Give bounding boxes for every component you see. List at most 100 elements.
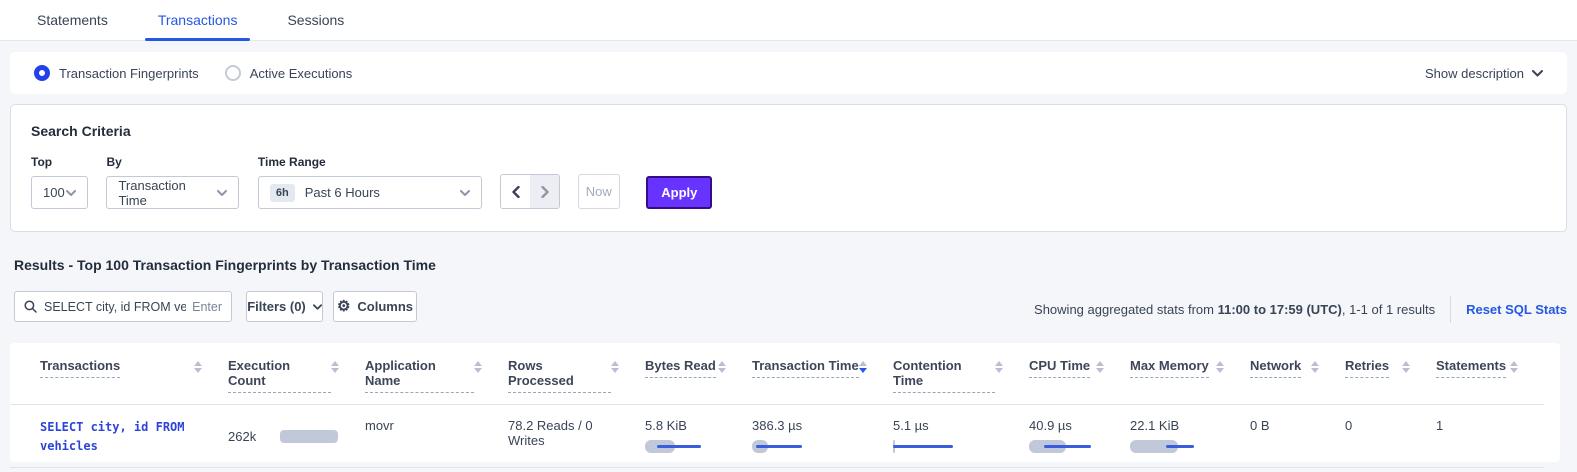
table-row: SELECT city, id FROM vehicles 262k movr …	[10, 405, 1544, 468]
time-range-badge: 6h	[270, 184, 295, 202]
view-toggle-row: Transaction Fingerprints Active Executio…	[10, 52, 1567, 94]
sql-search-box[interactable]: Enter	[14, 291, 232, 322]
cell-bytes-read: 5.8 KiB	[645, 418, 752, 455]
tab-transactions[interactable]: Transactions	[145, 0, 251, 40]
cell-transaction-time: 386.3 µs	[752, 418, 893, 455]
top-field: Top 100	[31, 155, 88, 209]
page-tab-bar: Statements Transactions Sessions	[0, 0, 1577, 41]
cell-application-name: movr	[365, 418, 508, 455]
column-header-transactions[interactable]: Transactions	[40, 358, 228, 393]
column-header-retries[interactable]: Retries	[1345, 358, 1436, 393]
radio-transaction-fingerprints[interactable]: Transaction Fingerprints	[34, 65, 199, 81]
chevron-right-icon	[541, 186, 549, 198]
stats-zone: Showing aggregated stats from 11:00 to 1…	[1034, 296, 1567, 323]
filters-button[interactable]: Filters (0)	[246, 291, 323, 322]
column-header-execution-count[interactable]: Execution Count	[228, 358, 365, 393]
radio-selected-icon	[34, 65, 50, 81]
cell-rows-processed: 78.2 Reads / 0 Writes	[508, 418, 645, 455]
cell-retries: 0	[1345, 418, 1436, 455]
sort-icon[interactable]	[194, 361, 202, 373]
radio-unselected-icon	[225, 65, 241, 81]
chevron-down-icon	[217, 190, 227, 196]
by-label: By	[106, 155, 239, 169]
max-memory-bar	[1130, 440, 1210, 453]
apply-button[interactable]: Apply	[646, 176, 712, 209]
by-field: By Transaction Time	[106, 155, 239, 209]
columns-button[interactable]: ⚙ Columns	[333, 291, 417, 322]
chevron-down-icon	[460, 190, 470, 196]
search-icon	[24, 300, 37, 313]
sort-icon[interactable]	[1096, 361, 1104, 373]
chevron-left-icon	[512, 186, 520, 198]
cell-contention-time: 5.1 µs	[893, 418, 1029, 455]
now-button[interactable]: Now	[578, 174, 620, 209]
top-select[interactable]: 100	[31, 176, 88, 209]
chevron-down-icon	[313, 304, 322, 310]
time-range-select[interactable]: 6h Past 6 Hours	[258, 176, 482, 209]
reset-sql-stats-link[interactable]: Reset SQL Stats	[1466, 302, 1567, 317]
chevron-down-icon	[66, 190, 76, 196]
sort-icon[interactable]	[331, 361, 339, 373]
search-criteria-title: Search Criteria	[31, 123, 1546, 139]
top-label: Top	[31, 155, 88, 169]
cell-transaction-fingerprint: SELECT city, id FROM vehicles	[40, 418, 228, 455]
radio-label: Transaction Fingerprints	[59, 66, 199, 81]
radio-label: Active Executions	[250, 66, 353, 81]
cell-execution-count: 262k	[228, 418, 365, 455]
by-select[interactable]: Transaction Time	[106, 176, 239, 209]
next-time-window-button[interactable]	[530, 175, 559, 208]
results-table-card: Transactions Execution Count Application…	[10, 343, 1560, 462]
sort-icon[interactable]	[718, 361, 726, 373]
transaction-time-bar	[752, 440, 832, 453]
tab-statements[interactable]: Statements	[24, 0, 121, 40]
sort-icon[interactable]	[1216, 361, 1224, 373]
column-header-application-name[interactable]: Application Name	[365, 358, 508, 393]
time-window-nav	[500, 174, 560, 209]
gear-icon: ⚙	[337, 299, 350, 314]
tab-sessions[interactable]: Sessions	[274, 0, 357, 40]
search-criteria-controls: Top 100 By Transaction Time Time Range 6…	[31, 155, 1546, 209]
column-header-cpu-time[interactable]: CPU Time	[1029, 358, 1130, 393]
search-input[interactable]	[44, 300, 186, 314]
cell-statements: 1	[1436, 418, 1544, 455]
show-description-label: Show description	[1425, 66, 1524, 81]
column-header-max-memory[interactable]: Max Memory	[1130, 358, 1250, 393]
column-header-network[interactable]: Network	[1250, 358, 1345, 393]
bytes-read-bar	[645, 440, 725, 453]
divider	[1450, 296, 1451, 323]
sort-icon[interactable]	[1311, 361, 1319, 373]
column-header-rows-processed[interactable]: Rows Processed	[508, 358, 645, 393]
sort-icon[interactable]	[474, 361, 482, 373]
cell-network: 0 B	[1250, 418, 1345, 455]
stats-text: Showing aggregated stats from 11:00 to 1…	[1034, 302, 1435, 317]
sort-icon-active[interactable]	[859, 361, 867, 373]
by-select-value: Transaction Time	[118, 178, 217, 208]
table-header-row: Transactions Execution Count Application…	[10, 343, 1544, 405]
cell-cpu-time: 40.9 µs	[1029, 418, 1130, 455]
sort-icon[interactable]	[611, 361, 619, 373]
sort-icon[interactable]	[995, 361, 1003, 373]
time-range-value: Past 6 Hours	[305, 185, 460, 200]
chevron-down-icon	[1532, 70, 1543, 77]
sort-icon[interactable]	[1402, 361, 1410, 373]
transaction-fingerprint-link[interactable]: SELECT city, id FROM vehicles	[40, 418, 208, 455]
results-heading: Results - Top 100 Transaction Fingerprin…	[14, 257, 436, 273]
search-criteria-card: Search Criteria Top 100 By Transaction T…	[10, 104, 1567, 232]
enter-hint: Enter	[192, 300, 222, 314]
results-toolbar: Enter Filters (0) ⚙ Columns Showing aggr…	[14, 291, 1567, 323]
sort-icon[interactable]	[1510, 361, 1518, 373]
show-description-toggle[interactable]: Show description	[1425, 66, 1543, 81]
cpu-time-bar	[1029, 440, 1109, 453]
contention-time-bar	[893, 440, 973, 453]
top-select-value: 100	[43, 185, 66, 200]
previous-time-window-button[interactable]	[501, 175, 530, 208]
cell-max-memory: 22.1 KiB	[1130, 418, 1250, 455]
execution-count-bar	[280, 430, 338, 443]
time-range-field: Time Range 6h Past 6 Hours	[258, 155, 482, 209]
column-header-contention-time[interactable]: Contention Time	[893, 358, 1029, 393]
radio-active-executions[interactable]: Active Executions	[225, 65, 353, 81]
column-header-statements[interactable]: Statements	[1436, 358, 1544, 393]
time-range-label: Time Range	[258, 155, 482, 169]
column-header-bytes-read[interactable]: Bytes Read	[645, 358, 752, 393]
column-header-transaction-time[interactable]: Transaction Time	[752, 358, 893, 393]
